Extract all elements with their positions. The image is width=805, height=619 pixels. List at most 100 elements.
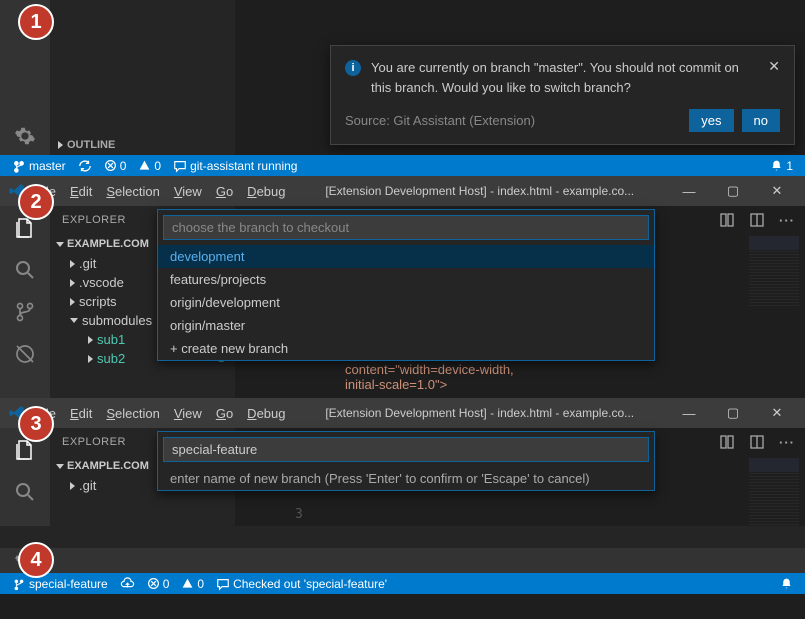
quick-picker: special-feature enter name of new branch… <box>157 431 655 491</box>
branch-status[interactable]: special-feature <box>8 577 112 591</box>
task-label: git-assistant running <box>190 159 297 173</box>
errors-status[interactable]: 0 <box>100 159 131 173</box>
no-button[interactable]: no <box>742 109 780 132</box>
picker-item-features[interactable]: features/projects <box>158 268 654 291</box>
debug-icon[interactable] <box>13 342 37 366</box>
branch-name: master <box>29 159 66 173</box>
activity-bar-area <box>0 548 805 573</box>
chevron-right-icon <box>88 355 93 363</box>
cloud-status[interactable] <box>116 577 139 591</box>
split-icon[interactable] <box>749 212 765 228</box>
notifications-status[interactable] <box>776 577 797 590</box>
notification-source: Source: Git Assistant (Extension) <box>345 113 535 128</box>
more-icon[interactable]: ··· <box>779 435 795 450</box>
git-branch-icon <box>12 577 26 591</box>
menu-debug[interactable]: Debug <box>242 406 290 421</box>
window-close-button[interactable]: ✕ <box>757 179 797 203</box>
picker-input[interactable]: choose the branch to checkout <box>163 215 649 240</box>
chevron-down-icon <box>56 242 64 247</box>
maximize-button[interactable]: ▢ <box>713 179 753 203</box>
picker-item-development[interactable]: development <box>158 245 654 268</box>
picker-item-origin-dev[interactable]: origin/development <box>158 291 654 314</box>
compare-icon[interactable] <box>719 212 735 228</box>
window-close-button[interactable]: ✕ <box>757 401 797 425</box>
warning-count: 0 <box>197 577 204 591</box>
chevron-right-icon <box>70 260 75 268</box>
window-title: [Extension Development Host] - index.htm… <box>294 406 665 420</box>
step-badge-4: 4 <box>18 542 54 578</box>
notification-toast: i You are currently on branch "master". … <box>330 45 795 145</box>
window-title: [Extension Development Host] - index.htm… <box>294 184 665 198</box>
sync-icon <box>78 159 92 173</box>
step-badge-1: 1 <box>18 4 54 40</box>
branch-name: special-feature <box>29 577 108 591</box>
menu-go[interactable]: Go <box>211 184 238 199</box>
step-badge-2: 2 <box>18 184 54 220</box>
notifications-status[interactable]: 1 <box>766 159 797 173</box>
close-icon[interactable]: ✕ <box>768 58 780 75</box>
chevron-right-icon <box>70 482 75 490</box>
activity-bar <box>0 428 50 526</box>
chevron-down-icon <box>56 464 64 469</box>
menu-edit[interactable]: Edit <box>65 406 97 421</box>
chevron-right-icon <box>70 279 75 287</box>
menu-go[interactable]: Go <box>211 406 238 421</box>
chevron-right-icon <box>70 298 75 306</box>
compare-icon[interactable] <box>719 434 735 450</box>
minimap[interactable] <box>749 236 799 306</box>
minimize-button[interactable]: — <box>669 180 709 203</box>
task-label: Checked out 'special-feature' <box>233 577 387 591</box>
gear-icon[interactable] <box>14 125 36 147</box>
menu-view[interactable]: View <box>169 406 207 421</box>
comment-icon <box>173 159 187 173</box>
scm-icon[interactable] <box>13 300 37 324</box>
minimap[interactable] <box>749 458 799 528</box>
code-content: content="width=device-width, initial-sca… <box>345 362 514 392</box>
menu-selection[interactable]: Selection <box>101 406 164 421</box>
panel-spacer <box>0 526 805 548</box>
quick-picker: choose the branch to checkout developmen… <box>157 209 655 361</box>
picker-item-origin-master[interactable]: origin/master <box>158 314 654 337</box>
error-icon <box>104 159 117 172</box>
menu-view[interactable]: View <box>169 184 207 199</box>
outline-section[interactable]: OUTLINE <box>50 135 235 155</box>
yes-button[interactable]: yes <box>689 109 733 132</box>
minimize-button[interactable]: — <box>669 402 709 425</box>
warnings-status[interactable]: 0 <box>177 577 208 591</box>
menu-selection[interactable]: Selection <box>101 184 164 199</box>
chevron-right-icon <box>58 141 63 149</box>
search-icon[interactable] <box>13 258 37 282</box>
task-status[interactable]: git-assistant running <box>169 159 301 173</box>
outline-label: OUTLINE <box>67 139 115 151</box>
search-icon[interactable] <box>13 480 37 504</box>
picker-item-create-branch[interactable]: + create new branch <box>158 337 654 360</box>
errors-status[interactable]: 0 <box>143 577 174 591</box>
info-icon: i <box>345 60 361 76</box>
menu-debug[interactable]: Debug <box>242 184 290 199</box>
comment-icon <box>216 577 230 591</box>
split-icon[interactable] <box>749 434 765 450</box>
warning-icon <box>138 159 151 172</box>
warning-icon <box>181 577 194 590</box>
chevron-down-icon <box>70 318 78 323</box>
project-name: EXAMPLE.COM <box>67 238 149 250</box>
branch-status[interactable]: master <box>8 159 70 173</box>
line-number: 3 <box>295 507 303 522</box>
sidebar: OUTLINE <box>50 0 235 155</box>
activity-bar <box>0 206 50 398</box>
bell-icon <box>780 577 793 590</box>
picker-input[interactable]: special-feature <box>163 437 649 462</box>
error-icon <box>147 577 160 590</box>
cloud-upload-icon <box>120 577 135 591</box>
notification-message: You are currently on branch "master". Yo… <box>371 58 758 97</box>
warnings-status[interactable]: 0 <box>134 159 165 173</box>
maximize-button[interactable]: ▢ <box>713 401 753 425</box>
status-bar: master 0 0 git-assistant running 1 <box>0 155 805 176</box>
warning-count: 0 <box>154 159 161 173</box>
error-count: 0 <box>120 159 127 173</box>
task-status[interactable]: Checked out 'special-feature' <box>212 577 391 591</box>
more-icon[interactable]: ··· <box>779 213 795 228</box>
project-name: EXAMPLE.COM <box>67 460 149 472</box>
menu-edit[interactable]: Edit <box>65 184 97 199</box>
sync-status[interactable] <box>74 159 96 173</box>
